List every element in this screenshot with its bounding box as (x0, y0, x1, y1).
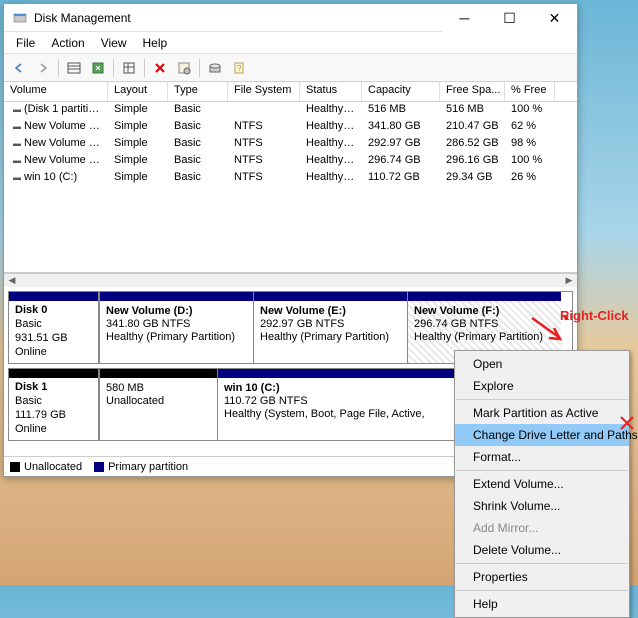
context-item[interactable]: Extend Volume... (455, 473, 629, 495)
context-item: Add Mirror... (455, 517, 629, 539)
table-row[interactable]: ▬New Volume (E:)SimpleBasicNTFSHealthy (… (4, 136, 577, 153)
col-layout[interactable]: Layout (108, 82, 168, 101)
col-freespace[interactable]: Free Spa... (440, 82, 505, 101)
partition[interactable]: 580 MBUnallocated (99, 369, 217, 440)
svg-text:?: ? (237, 64, 242, 73)
col-pctfree[interactable]: % Free (505, 82, 555, 101)
disk-button[interactable] (204, 57, 226, 79)
properties-button[interactable] (173, 57, 195, 79)
menu-help[interactable]: Help (135, 34, 176, 52)
app-icon (12, 10, 28, 26)
back-button[interactable] (8, 57, 30, 79)
table-row[interactable]: ▬New Volume (D:)SimpleBasicNTFSHealthy (… (4, 119, 577, 136)
col-status[interactable]: Status (300, 82, 362, 101)
menu-action[interactable]: Action (43, 34, 92, 52)
scroll-right-button[interactable]: ▶ (561, 274, 577, 288)
close-button[interactable]: ✕ (532, 4, 577, 32)
context-item[interactable]: Explore (455, 375, 629, 397)
table-row[interactable]: ▬New Volume (F:)SimpleBasicNTFSHealthy (… (4, 153, 577, 170)
help-button[interactable]: ? (228, 57, 250, 79)
col-type[interactable]: Type (168, 82, 228, 101)
legend-primary: Primary partition (108, 461, 188, 473)
table-row[interactable]: ▬win 10 (C:)SimpleBasicNTFSHealthy (S...… (4, 170, 577, 187)
context-menu: OpenExplore Mark Partition as ActiveChang… (454, 350, 630, 618)
context-item[interactable]: Help (455, 593, 629, 615)
volume-table: Volume Layout Type File System Status Ca… (4, 82, 577, 273)
menubar: File Action View Help (4, 32, 577, 54)
table-view-button[interactable] (63, 57, 85, 79)
toolbar: ? (4, 54, 577, 82)
context-item[interactable]: Mark Partition as Active (455, 402, 629, 424)
partition[interactable]: New Volume (E:)292.97 GB NTFSHealthy (Pr… (253, 292, 407, 363)
minimize-button[interactable]: ─ (442, 4, 487, 32)
col-filesystem[interactable]: File System (228, 82, 300, 101)
scroll-left-button[interactable]: ◀ (4, 274, 20, 288)
titlebar[interactable]: Disk Management ─ ☐ ✕ (4, 4, 577, 32)
maximize-button[interactable]: ☐ (487, 4, 532, 32)
disk-label[interactable]: Disk 0Basic931.51 GBOnline (9, 292, 99, 363)
context-item[interactable]: Change Drive Letter and Paths... (455, 424, 629, 446)
table-row[interactable]: ▬(Disk 1 partition 2)SimpleBasicHealthy … (4, 102, 577, 119)
window-title: Disk Management (34, 11, 442, 25)
col-volume[interactable]: Volume (4, 82, 108, 101)
menu-view[interactable]: View (93, 34, 135, 52)
forward-button[interactable] (32, 57, 54, 79)
volume-table-header: Volume Layout Type File System Status Ca… (4, 82, 577, 102)
context-item[interactable]: Shrink Volume... (455, 495, 629, 517)
settings-button[interactable] (118, 57, 140, 79)
refresh-button[interactable] (87, 57, 109, 79)
col-capacity[interactable]: Capacity (362, 82, 440, 101)
disk-label[interactable]: Disk 1Basic111.79 GBOnline (9, 369, 99, 440)
delete-button[interactable] (149, 57, 171, 79)
partition[interactable]: win 10 (C:)110.72 GB NTFSHealthy (System… (217, 369, 479, 440)
menu-file[interactable]: File (8, 34, 43, 52)
horizontal-scrollbar[interactable]: ◀ ▶ (4, 273, 577, 287)
context-item[interactable]: Format... (455, 446, 629, 468)
legend-unallocated: Unallocated (24, 461, 82, 473)
partition[interactable]: New Volume (D:)341.80 GB NTFSHealthy (Pr… (99, 292, 253, 363)
context-item[interactable]: Open (455, 353, 629, 375)
context-item[interactable]: Delete Volume... (455, 539, 629, 561)
